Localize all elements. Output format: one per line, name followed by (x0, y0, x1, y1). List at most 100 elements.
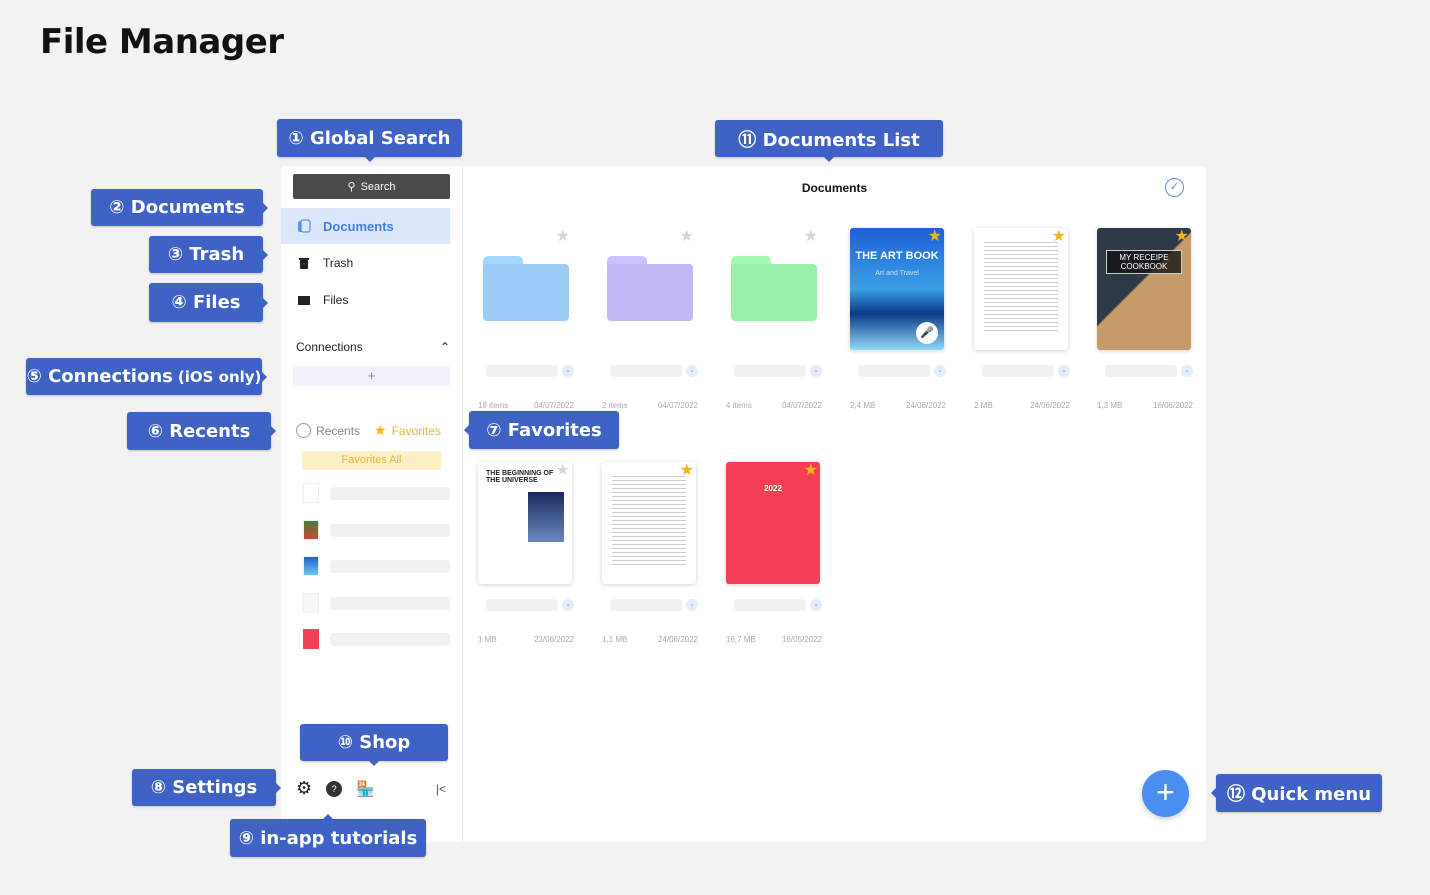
callout-files: ④ Files (149, 283, 268, 322)
item-size: 1,1 MB (602, 635, 628, 644)
quick-menu-button[interactable]: + (1142, 770, 1189, 817)
item-name-placeholder (486, 365, 558, 377)
item-date: 24/06/2022 (1029, 401, 1070, 410)
item-date: 24/06/2022 (905, 401, 946, 410)
global-search-button[interactable]: ⚲ Search (293, 174, 450, 199)
item-name-placeholder (610, 365, 682, 377)
chevron-down-icon[interactable]: ⌄ (562, 599, 574, 611)
chevron-down-icon[interactable]: ⌄ (686, 599, 698, 611)
item-name-placeholder (330, 632, 450, 646)
chevron-down-icon[interactable]: ⌄ (1058, 365, 1070, 377)
folder-item[interactable]: ★ ⌄ 2 items 04/07/2022 (602, 228, 698, 413)
item-date: 23/06/2022 (533, 635, 574, 644)
shop-icon[interactable]: 🏪 (356, 780, 375, 798)
thumbnail (303, 629, 319, 649)
favorite-star-icon[interactable]: ★ (928, 226, 942, 246)
item-size: 1 MB (478, 635, 497, 644)
list-item[interactable] (303, 520, 450, 540)
add-connection-button[interactable]: + (293, 366, 450, 386)
page-title: File Manager (40, 22, 284, 62)
callout-favorites: ⑦ Favorites (464, 411, 619, 449)
tab-favorites[interactable]: ★ Favorites (374, 422, 441, 439)
chevron-down-icon[interactable]: ⌄ (1181, 365, 1193, 377)
cover-title: 2022 (764, 484, 782, 493)
favorite-star-icon[interactable]: ★ (804, 226, 818, 246)
favorite-star-icon[interactable]: ★ (804, 460, 818, 480)
item-size: 18 items (478, 401, 509, 410)
chevron-down-icon[interactable]: ⌄ (686, 365, 698, 377)
favorite-star-icon[interactable]: ★ (556, 460, 570, 480)
item-name-placeholder (734, 365, 806, 377)
item-name-placeholder (330, 523, 450, 537)
item-date: 16/06/2022 (1152, 401, 1193, 410)
chevron-down-icon[interactable]: ⌄ (810, 365, 822, 377)
callout-tutorials: ⑨ in-app tutorials (230, 814, 426, 857)
list-item[interactable] (303, 593, 450, 613)
item-name-placeholder (1105, 365, 1177, 377)
favorite-star-icon[interactable]: ★ (1175, 226, 1189, 246)
item-date: 24/06/2022 (657, 635, 698, 644)
star-icon: ★ (374, 422, 387, 438)
favorite-star-icon[interactable]: ★ (680, 226, 694, 246)
chevron-down-icon[interactable]: ⌄ (810, 599, 822, 611)
cover-title: MY RECEIPE COOKBOOK (1106, 250, 1182, 274)
document-item[interactable]: ★ ⌄ 1,1 MB 24/06/2022 (602, 462, 698, 647)
callout-global-search: ① Global Search (277, 119, 462, 162)
select-check-icon[interactable]: ✓ (1165, 178, 1184, 197)
list-item[interactable] (303, 483, 450, 503)
folder-icon (298, 296, 310, 305)
sidebar-item-files[interactable]: Files (281, 282, 450, 318)
item-size: 2,4 MB (850, 401, 876, 410)
item-size: 2 MB (974, 401, 993, 410)
folder-item[interactable]: ★ ⌄ 18 items 04/07/2022 (478, 228, 574, 413)
item-date: 16/05/2022 (781, 635, 822, 644)
favorite-star-icon[interactable]: ★ (680, 460, 694, 480)
item-size: 16,7 MB (726, 635, 756, 644)
chevron-down-icon[interactable]: ⌄ (562, 365, 574, 377)
item-size: 2 items (602, 401, 628, 410)
favorites-all-button[interactable]: Favorites All (302, 451, 441, 470)
help-icon[interactable]: ? (326, 780, 343, 797)
callout-trash: ③ Trash (149, 236, 268, 273)
document-item[interactable]: ★ ⌄ 2 MB 24/06/2022 (974, 228, 1070, 413)
document-item[interactable]: THE ART BOOK Art and Travel 🎤 ★ ⌄ 2,4 MB 24/06… (850, 228, 946, 413)
callout-quick-menu: ⑫ Quick menu (1211, 774, 1382, 812)
cover-subtitle: Art and Travel (875, 270, 919, 277)
list-item[interactable] (303, 556, 450, 576)
document-item[interactable]: THE BEGINNING OF THE UNIVERSE ★ ⌄ 1 MB 23/06… (478, 462, 574, 647)
sidebar-item-trash[interactable]: Trash (281, 245, 450, 281)
sidebar-item-label: Files (323, 293, 349, 307)
thumbnail (303, 593, 319, 613)
chevron-up-icon: ⌃ (439, 340, 450, 354)
item-name-placeholder (330, 596, 450, 610)
favorite-star-icon[interactable]: ★ (1052, 226, 1066, 246)
favorite-star-icon[interactable]: ★ (556, 226, 570, 246)
settings-icon[interactable]: ⚙ (296, 778, 312, 799)
item-name-placeholder (982, 365, 1054, 377)
trash-icon (299, 258, 309, 269)
chevron-down-icon[interactable]: ⌄ (934, 365, 946, 377)
thumbnail (303, 520, 319, 540)
item-name-placeholder (734, 599, 806, 611)
item-date: 04/07/2022 (533, 401, 574, 410)
connections-header[interactable]: Connections ⌃ (296, 340, 450, 354)
tab-label: Recents (316, 423, 361, 438)
callout-connections: ⑤ Connections (iOS only) (26, 358, 267, 395)
document-thumbnail (974, 228, 1068, 350)
item-name-placeholder (610, 599, 682, 611)
collapse-sidebar-button[interactable]: |< (436, 782, 446, 796)
document-item[interactable]: 2022 ★ ⌄ 16,7 MB 16/05/2022 (726, 462, 822, 647)
callout-text: ⑤ Connections (26, 366, 173, 387)
item-name-placeholder (330, 559, 450, 573)
document-thumbnail: 2022 (726, 462, 820, 584)
list-item[interactable] (303, 629, 450, 649)
documents-icon (298, 219, 311, 233)
document-thumbnail: MY RECEIPE COOKBOOK (1097, 228, 1191, 350)
item-name-placeholder (858, 365, 930, 377)
folder-icon (607, 256, 693, 321)
folder-item[interactable]: ★ ⌄ 4 items 04/07/2022 (726, 228, 822, 413)
folder-icon (731, 256, 817, 321)
sidebar-item-documents[interactable]: Documents (281, 208, 450, 244)
document-item[interactable]: MY RECEIPE COOKBOOK ★ ⌄ 1,3 MB 16/06/2022 (1097, 228, 1193, 413)
tab-recents[interactable]: Recents (296, 423, 360, 438)
